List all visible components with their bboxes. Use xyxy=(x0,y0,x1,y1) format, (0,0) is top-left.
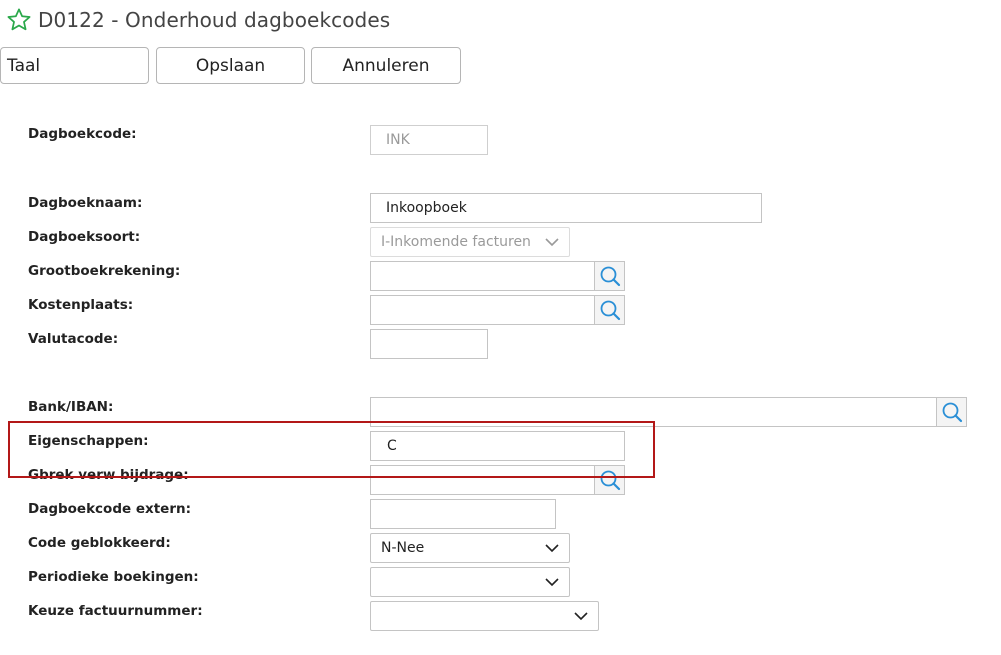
kostenplaats-field[interactable] xyxy=(370,295,595,325)
search-icon xyxy=(600,266,620,287)
keuze-factuurnummer-select[interactable] xyxy=(370,601,599,631)
code-geblokkeerd-label: Code geblokkeerd: xyxy=(28,535,171,551)
dagboekcode-extern-field[interactable] xyxy=(370,499,556,529)
search-icon xyxy=(600,300,620,321)
grootboekrekening-lookup-button[interactable] xyxy=(594,261,625,291)
taal-button[interactable]: Taal xyxy=(0,47,149,84)
annuleren-button[interactable]: Annuleren xyxy=(311,47,461,84)
chevron-down-icon xyxy=(545,238,559,247)
dagboekcode-extern-label: Dagboekcode extern: xyxy=(28,501,191,517)
kostenplaats-lookup-button[interactable] xyxy=(594,295,625,325)
opslaan-button[interactable]: Opslaan xyxy=(156,47,305,84)
star-icon[interactable] xyxy=(6,7,32,33)
code-geblokkeerd-value: N-Nee xyxy=(381,540,425,556)
search-icon xyxy=(942,402,962,423)
code-geblokkeerd-select[interactable]: N-Nee xyxy=(370,533,570,563)
valutacode-label: Valutacode: xyxy=(28,331,119,347)
chevron-down-icon xyxy=(574,612,588,621)
page-title: D0122 - Onderhoud dagboekcodes xyxy=(38,8,391,32)
dagboekcode-label: Dagboekcode: xyxy=(28,126,137,142)
dagboeksoort-label: Dagboeksoort: xyxy=(28,229,141,245)
keuze-factuurnummer-label: Keuze factuurnummer: xyxy=(28,603,203,619)
valutacode-field[interactable] xyxy=(370,329,488,359)
periodieke-boekingen-select[interactable] xyxy=(370,567,570,597)
dagboeknaam-field[interactable]: Inkoopboek xyxy=(370,193,762,223)
dagboeknaam-label: Dagboeknaam: xyxy=(28,195,143,211)
title-row: D0122 - Onderhoud dagboekcodes xyxy=(6,6,390,34)
dagboeksoort-select: I-Inkomende facturen xyxy=(370,227,570,257)
grootboekrekening-label: Grootboekrekening: xyxy=(28,263,181,279)
dagboeksoort-value: I-Inkomende facturen xyxy=(381,234,531,250)
bank-iban-label: Bank/IBAN: xyxy=(28,399,114,415)
grootboekrekening-field[interactable] xyxy=(370,261,595,291)
chevron-down-icon xyxy=(545,578,559,587)
dagboekcode-field: INK xyxy=(370,125,488,155)
chevron-down-icon xyxy=(545,544,559,553)
highlight-box xyxy=(8,421,655,478)
periodieke-boekingen-label: Periodieke boekingen: xyxy=(28,569,199,585)
kostenplaats-label: Kostenplaats: xyxy=(28,297,134,313)
bank-iban-lookup-button[interactable] xyxy=(936,397,967,427)
